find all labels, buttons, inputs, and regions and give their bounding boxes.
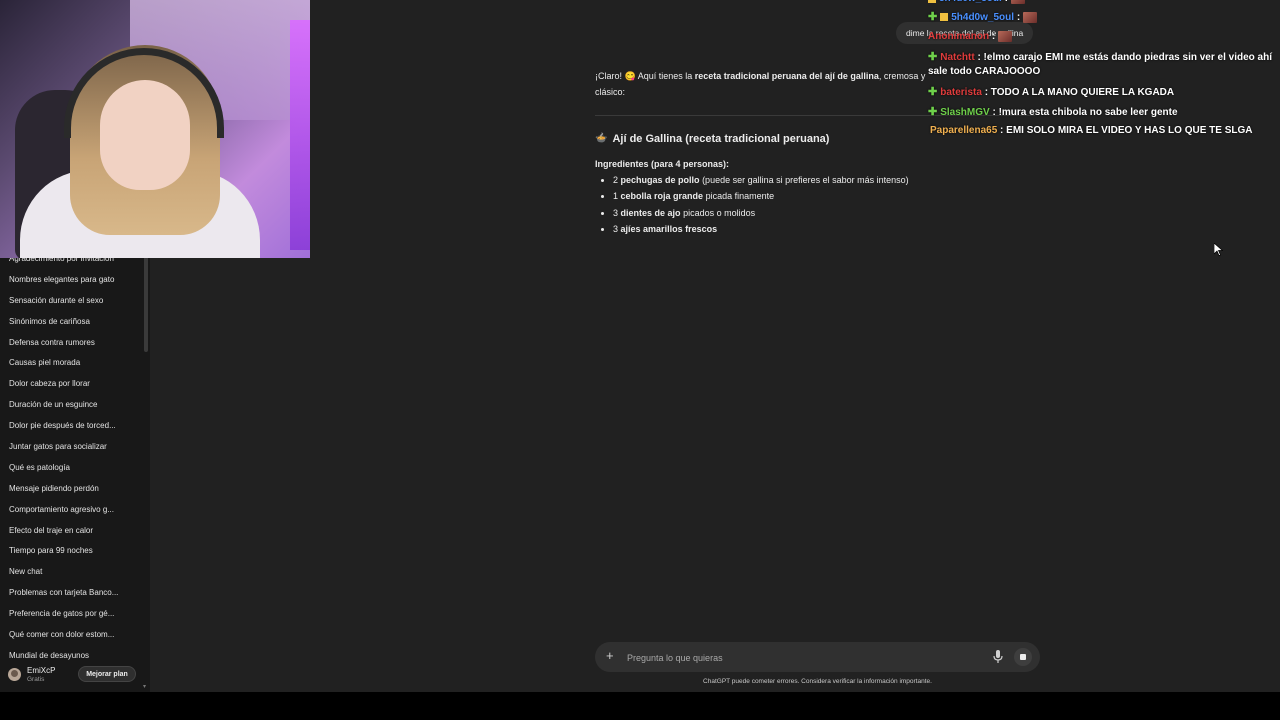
plus-badge-icon: ✚ bbox=[928, 51, 938, 63]
sidebar-item-chat[interactable]: Sinónimos de cariñosa bbox=[0, 312, 121, 333]
chat-username: 5h4d0w_5oul bbox=[939, 0, 1002, 4]
chat-history-list: Agradecimiento por invitación Nombres el… bbox=[0, 249, 150, 667]
webcam-light bbox=[290, 20, 310, 250]
chat-username: SlashMGV bbox=[940, 107, 990, 118]
gift-badge-icon bbox=[940, 13, 949, 22]
sidebar-item-chat[interactable]: Problemas con tarjeta Banco... bbox=[0, 583, 121, 604]
chat-message: Paparellena65 : EMI SOLO MIRA EL VIDEO Y… bbox=[930, 125, 1252, 136]
chat-message-continuation: sale todo CARAJOOOO bbox=[928, 66, 1040, 77]
sidebar-item-new-chat[interactable]: New chat bbox=[0, 562, 121, 583]
list-item: 1 cebolla roja grande picada finamente bbox=[613, 188, 1035, 204]
emote-icon bbox=[1023, 11, 1038, 23]
food-bowl-icon: 🍲 bbox=[595, 133, 608, 144]
chat-message: Anonimanon : bbox=[928, 31, 1013, 43]
emote-icon bbox=[1010, 0, 1025, 4]
stream-chat-overlay: 5h4d0w_5oul : ✚ 5h4d0w_5oul : Anonimanon … bbox=[925, 0, 1280, 142]
chat-text: : TODO A LA MANO QUIERE LA KGADA bbox=[984, 87, 1175, 98]
chat-message: 5h4d0w_5oul : bbox=[928, 0, 1025, 4]
disclaimer: ChatGPT puede cometer errores. Considera… bbox=[703, 678, 932, 685]
avatar bbox=[8, 668, 21, 681]
chat-text: : bbox=[1005, 0, 1008, 4]
list-item: 3 ajíes amarillos frescos bbox=[613, 221, 1035, 237]
chat-username: baterista bbox=[940, 87, 982, 98]
gift-badge-icon bbox=[928, 0, 936, 3]
plus-badge-icon: ✚ bbox=[928, 106, 938, 118]
chat-text: : !elmo carajo EMI me estás dando piedra… bbox=[977, 52, 1272, 63]
ingredients-heading: Ingredientes (para 4 personas): bbox=[595, 159, 730, 169]
chat-text: : !mura esta chibola no sabe leer gente bbox=[992, 107, 1178, 118]
chat-message: ✚ SlashMGV : !mura esta chibola no sabe l… bbox=[928, 105, 1178, 118]
sidebar-item-chat[interactable]: Sensación durante el sexo bbox=[0, 291, 121, 312]
user-plan: Gratis bbox=[27, 676, 45, 683]
sidebar-item-chat[interactable]: Efecto del traje en calor bbox=[0, 521, 121, 542]
sidebar-item-chat[interactable]: Causas piel morada bbox=[0, 353, 121, 374]
chat-username: Paparellena65 bbox=[930, 125, 998, 136]
intro-bold: receta tradicional peruana del ají de ga… bbox=[694, 71, 879, 81]
sidebar-item-chat[interactable]: Mensaje pidiendo perdón bbox=[0, 479, 121, 500]
user-name: EmiXcP bbox=[27, 666, 56, 675]
sidebar-item-chat[interactable]: Qué comer con dolor estom... bbox=[0, 625, 121, 646]
intro-text: ¡Claro! 😋 Aquí tienes la bbox=[595, 71, 695, 81]
sidebar-item-chat[interactable]: Comportamiento agresivo g... bbox=[0, 500, 121, 521]
plus-icon[interactable]: + bbox=[606, 648, 614, 664]
sidebar-item-chat[interactable]: Preferencia de gatos por gé... bbox=[0, 604, 121, 625]
chat-text: : EMI SOLO MIRA EL VIDEO Y HAS LO QUE TE… bbox=[1000, 125, 1253, 136]
sidebar-item-chat[interactable]: Qué es patología bbox=[0, 458, 121, 479]
webcam-overlay bbox=[0, 0, 310, 258]
user-account[interactable]: EmiXcP Gratis Mejorar plan bbox=[8, 664, 143, 686]
sidebar-item-chat[interactable]: Dolor pie después de torced... bbox=[0, 416, 121, 437]
bottom-bar bbox=[0, 692, 1280, 720]
chat-text: : bbox=[991, 31, 996, 43]
chat-username: Natchtt bbox=[940, 52, 975, 63]
chat-message: ✚ 5h4d0w_5oul : bbox=[928, 10, 1038, 23]
chat-message: ✚ baterista : TODO A LA MANO QUIERE LA KG… bbox=[928, 85, 1174, 98]
sidebar-item-chat[interactable]: Duración de un esguince bbox=[0, 395, 121, 416]
sidebar-item-chat[interactable]: Tiempo para 99 noches bbox=[0, 541, 121, 562]
intro-line2: clásico: bbox=[595, 87, 626, 97]
upgrade-plan-button[interactable]: Mejorar plan bbox=[78, 666, 136, 682]
stop-button[interactable] bbox=[1014, 648, 1032, 666]
scroll-down-arrow-icon[interactable]: ▾ bbox=[143, 683, 146, 690]
sidebar-item-chat[interactable]: Dolor cabeza por llorar bbox=[0, 374, 121, 395]
sidebar-scrollbar[interactable] bbox=[144, 252, 148, 352]
prompt-input[interactable] bbox=[625, 649, 989, 667]
chat-text: sale todo CARAJOOOO bbox=[928, 66, 1041, 77]
recipe-title-text: Ají de Gallina (receta tradicional perua… bbox=[612, 133, 830, 145]
sidebar-item-chat[interactable]: Juntar gatos para socializar bbox=[0, 437, 121, 458]
chat-username: 5h4d0w_5oul bbox=[951, 12, 1015, 23]
list-item: 3 dientes de ajo picados o molidos bbox=[613, 205, 1035, 221]
list-item: 2 pechugas de pollo (puede ser gallina s… bbox=[613, 172, 1035, 188]
intro-suffix: , cremosa y bbox=[878, 71, 926, 81]
chat-message: ✚ Natchtt : !elmo carajo EMI me estás dan… bbox=[928, 50, 1272, 63]
mouse-cursor-icon bbox=[1214, 243, 1223, 256]
message-composer: + bbox=[595, 642, 1040, 672]
chat-text: : bbox=[1016, 12, 1021, 23]
plus-badge-icon: ✚ bbox=[928, 86, 938, 98]
microphone-icon[interactable] bbox=[993, 650, 1003, 664]
sidebar-item-chat[interactable]: Nombres elegantes para gato bbox=[0, 270, 121, 291]
chat-username: Anonimanon bbox=[928, 31, 990, 43]
sidebar-item-chat[interactable]: Defensa contra rumores bbox=[0, 333, 121, 354]
plus-badge-icon: ✚ bbox=[928, 11, 938, 23]
ingredients-list: 2 pechugas de pollo (puede ser gallina s… bbox=[595, 172, 1035, 237]
emote-icon bbox=[998, 31, 1013, 42]
